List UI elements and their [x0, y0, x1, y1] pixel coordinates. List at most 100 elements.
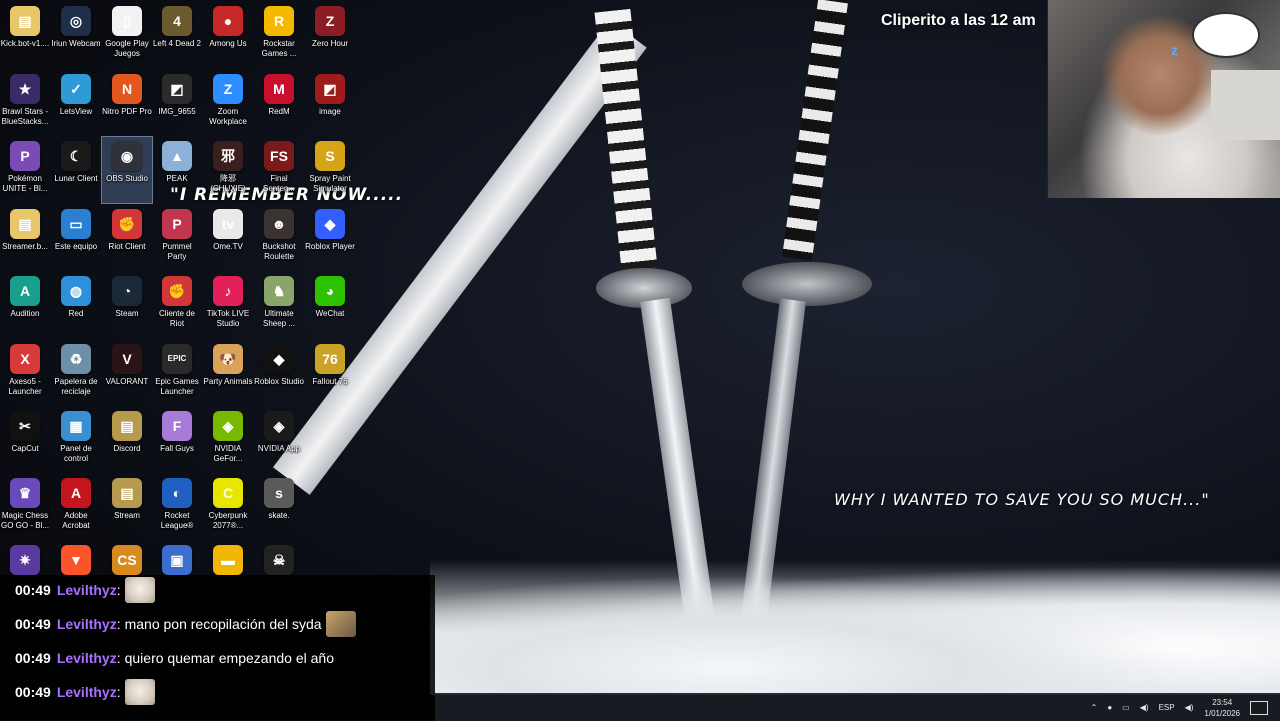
- desktop-icon-label: WeChat: [315, 309, 345, 318]
- desktop-icon[interactable]: s skate.: [254, 474, 304, 540]
- peak-icon: ▲: [162, 141, 192, 171]
- desktop-icon[interactable]: ▭ Este equipo: [51, 205, 101, 271]
- desktop-icon[interactable]: ▯ Google Play Juegos: [102, 2, 152, 68]
- desktop-icon[interactable]: 🐶 Party Animals: [203, 340, 253, 406]
- desktop-icon[interactable]: ◩ image: [305, 70, 355, 136]
- desktop-icon[interactable]: ▤ Discord: [102, 407, 152, 473]
- desktop-icon-label: Audition: [10, 309, 40, 318]
- desktop-icon[interactable]: ♛ Magic Chess GO GO - Bl...: [0, 474, 50, 540]
- notification-icon[interactable]: [1250, 700, 1268, 715]
- desktop-icon[interactable]: ✂ CapCut: [0, 407, 50, 473]
- desktop-icon-label: CapCut: [11, 444, 39, 453]
- chat-username: Levilthyz: [56, 684, 117, 700]
- desktop-icon-label: Streamer.b...: [2, 242, 48, 251]
- desktop-icon[interactable]: ▲ PEAK: [152, 137, 202, 203]
- microphone-icon[interactable]: ●: [1107, 703, 1112, 712]
- desktop-icon[interactable]: V VALORANT: [102, 340, 152, 406]
- desktop-icon[interactable]: P Pummel Party: [152, 205, 202, 271]
- desktop-icon[interactable]: 邪降邪 (CHUXIE): [203, 137, 253, 203]
- desktop-icon[interactable]: ◔ Steam: [102, 272, 152, 338]
- fall-guys-icon: F: [162, 411, 192, 441]
- desktop-icon[interactable]: 76 Fallout 76: [305, 340, 355, 406]
- folder-icon: ▤: [10, 209, 40, 239]
- desktop-icon-label: Cyberpunk 2077®...: [208, 511, 248, 530]
- desktop-icon[interactable]: ◐ Rocket League®: [152, 474, 202, 540]
- desktop-icon-label: image: [319, 107, 341, 116]
- desktop-icon[interactable]: R Rockstar Games ...: [254, 2, 304, 68]
- desktop-icon[interactable]: P Pokémon UNITE - Bl...: [0, 137, 50, 203]
- desktop-icon[interactable]: ◆ Roblox Player: [305, 205, 355, 271]
- valorant-icon: V: [112, 344, 142, 374]
- desktop-icon[interactable]: ✓ LetsView: [51, 70, 101, 136]
- desktop-icon[interactable]: ♞ Ultimate Sheep ...: [254, 272, 304, 338]
- desktop-icon[interactable]: ◕ WeChat: [305, 272, 355, 338]
- desktop-icon[interactable]: A Adobe Acrobat: [51, 474, 101, 540]
- chat-timestamp: 00:49: [15, 582, 51, 598]
- desktop-icon[interactable]: S Spray Paint Simulator: [305, 137, 355, 203]
- desktop-icon[interactable]: N Nitro PDF Pro: [102, 70, 152, 136]
- chat-separator: :: [116, 616, 121, 632]
- desktop-icon[interactable]: ☾ Lunar Client: [51, 137, 101, 203]
- desktop-icon-label: Stream: [114, 511, 140, 520]
- desktop-icon[interactable]: ♪ TikTok LIVE Studio: [203, 272, 253, 338]
- tiktok-icon: ♪: [213, 276, 243, 306]
- desktop-icon[interactable]: ◎ Iriun Webcam: [51, 2, 101, 68]
- party-animals-icon: 🐶: [213, 344, 243, 374]
- desktop-icon[interactable]: ♻ Papelera de reciclaje: [51, 340, 101, 406]
- desktop-icon[interactable]: ☻ Buckshot Roulette: [254, 205, 304, 271]
- desktop-icon[interactable]: A Audition: [0, 272, 50, 338]
- desktop-icon[interactable]: ◍ Red: [51, 272, 101, 338]
- desktop-icon[interactable]: Z Zoom Workplace: [203, 70, 253, 136]
- desktop-icon[interactable]: X Axeso5 - Launcher: [0, 340, 50, 406]
- desktop-icon[interactable]: FS Final Senten...: [254, 137, 304, 203]
- chat-username: Levilthyz: [56, 650, 117, 666]
- desktop-icon[interactable]: ▦ Panel de control: [51, 407, 101, 473]
- image-icon: ◩: [315, 74, 345, 104]
- zero-hour-icon: Z: [315, 6, 345, 36]
- chat-text: quiero quemar empezando el año: [124, 650, 334, 666]
- desktop-icon[interactable]: tv Ome.TV: [203, 205, 253, 271]
- desktop-icon[interactable]: 4 Left 4 Dead 2: [152, 2, 202, 68]
- folder-icon: ▤: [10, 6, 40, 36]
- chat-message: 00:49 Levilthyz:: [15, 677, 155, 707]
- rockstar-icon: R: [264, 6, 294, 36]
- nvidia-app-icon: ◈: [264, 411, 294, 441]
- desktop-icon[interactable]: ◉ OBS Studio: [101, 136, 153, 204]
- left4dead-icon: 4: [162, 6, 192, 36]
- clock-time: 23:54: [1212, 697, 1233, 707]
- desktop-icon[interactable]: ▤ Kick.bot-v1....: [0, 2, 50, 68]
- language-indicator[interactable]: ESP: [1159, 703, 1175, 712]
- sound-icon[interactable]: ◀): [1185, 703, 1194, 712]
- desktop-icon[interactable]: ◈ NVIDIA GeFor...: [203, 407, 253, 473]
- desktop-icon-label: IMG_9655: [158, 107, 196, 116]
- desktop-icon[interactable]: ◈ NVIDIA App: [254, 407, 304, 473]
- desktop-icon-label: Papelera de reciclaje: [54, 377, 98, 396]
- desktop-icon[interactable]: Z Zero Hour: [305, 2, 355, 68]
- desktop-icon[interactable]: ▤ Streamer.b...: [0, 205, 50, 271]
- desktop-icon[interactable]: ▤ Stream: [102, 474, 152, 540]
- desktop-icon[interactable]: ◆ Roblox Studio: [254, 340, 304, 406]
- desktop-icon[interactable]: ✊ Cliente de Riot: [152, 272, 202, 338]
- volume-icon[interactable]: ◀): [1140, 703, 1149, 712]
- clock[interactable]: 23:54 1/01/2026: [1204, 697, 1240, 719]
- desktop-icon[interactable]: ★ Brawl Stars - BlueStacks...: [0, 70, 50, 136]
- desktop-icon-label: Steam: [115, 309, 139, 318]
- desktop-icon[interactable]: ✊ Riot Client: [102, 205, 152, 271]
- chevron-up-icon[interactable]: ⌃: [1091, 703, 1098, 712]
- desktop-icon[interactable]: ◩ IMG_9655: [152, 70, 202, 136]
- desktop-icon-label: Rocket League®: [160, 511, 194, 530]
- roblox-studio-icon: ◆: [264, 344, 294, 374]
- desktop-icon[interactable]: C Cyberpunk 2077®...: [203, 474, 253, 540]
- chat-separator: :: [116, 650, 121, 666]
- desktop-icon-label: Brawl Stars - BlueStacks...: [1, 107, 49, 126]
- desktop-icon[interactable]: M RedM: [254, 70, 304, 136]
- network-icon[interactable]: ▭: [1122, 703, 1130, 712]
- capcut-icon: ✂: [10, 411, 40, 441]
- desktop-icon[interactable]: EPIC Epic Games Launcher: [152, 340, 202, 406]
- desktop-icon[interactable]: F Fall Guys: [152, 407, 202, 473]
- stream-title: Cliperito a las 12 am: [881, 12, 1036, 29]
- desktop-icon[interactable]: ● Among Us: [203, 2, 253, 68]
- desktop-icon-label: Kick.bot-v1....: [0, 39, 50, 48]
- pe-emote-icon: [325, 611, 356, 637]
- skate-icon: s: [264, 478, 294, 508]
